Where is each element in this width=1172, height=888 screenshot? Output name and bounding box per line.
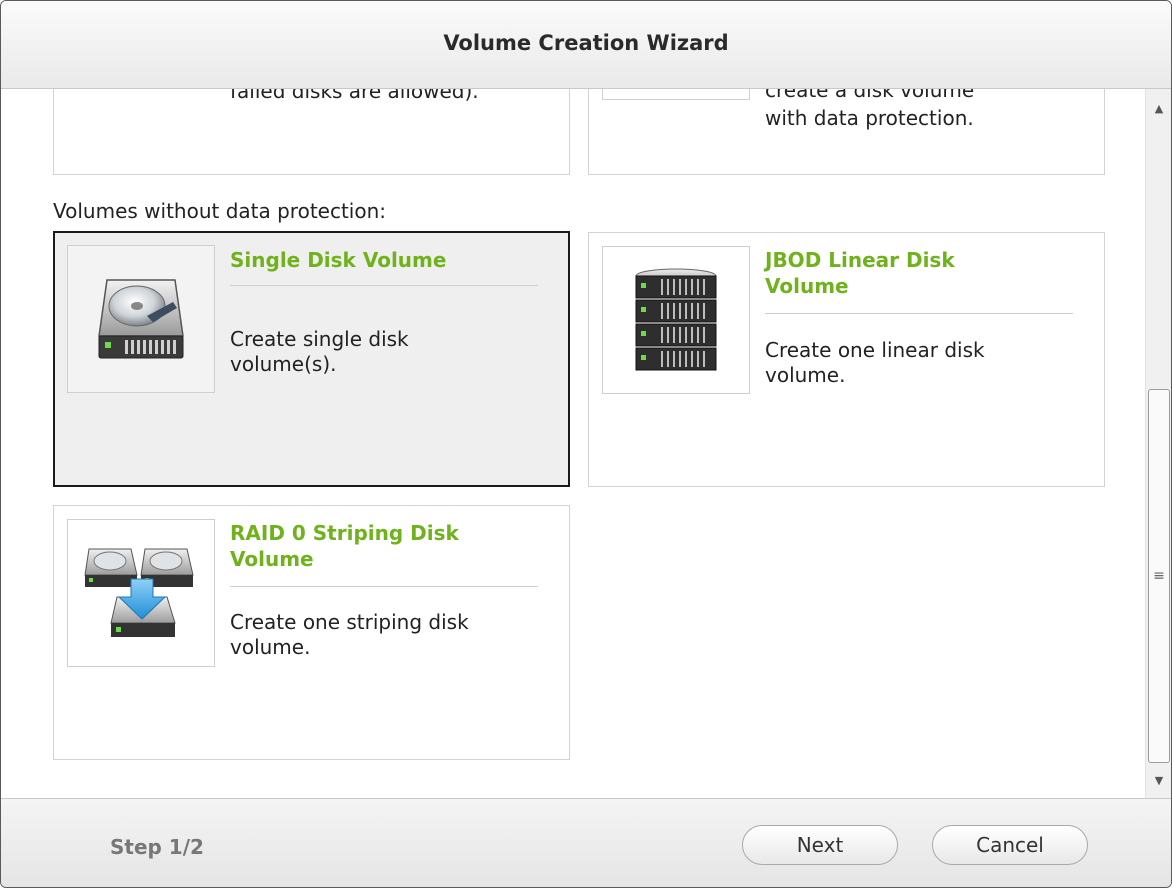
option-separator xyxy=(765,313,1073,314)
title-bar[interactable]: Volume Creation Wizard xyxy=(1,1,1171,89)
option-separator xyxy=(230,586,538,587)
option-card-partial-left[interactable]: failed disks are allowed). xyxy=(53,89,570,175)
jbod-iconbox xyxy=(602,246,750,394)
grip-icon: ≡ xyxy=(1153,568,1165,584)
option-description: Create one striping disk volume. xyxy=(230,610,469,659)
partial-left-description: failed disks are allowed). xyxy=(230,89,479,103)
vertical-scrollbar[interactable]: ▲ ≡ ▼ xyxy=(1145,89,1171,798)
next-button[interactable]: Next xyxy=(742,825,898,865)
scroll-thumb[interactable]: ≡ xyxy=(1148,389,1170,763)
wizard-content: failed disks are allowed). create a disk… xyxy=(1,89,1145,798)
option-title: Single Disk Volume xyxy=(230,248,447,272)
option-card-jbod[interactable]: JBOD Linear Disk Volume Create one linea… xyxy=(588,232,1105,487)
option-separator xyxy=(230,285,538,286)
partial-right-description-line2: with data protection. xyxy=(765,106,974,130)
option-description: Create one linear disk volume. xyxy=(765,338,985,387)
option-card-raid0[interactable]: RAID 0 Striping Disk Volume Create one s… xyxy=(53,505,570,760)
option-card-partial-right[interactable]: create a disk volume with data protectio… xyxy=(588,89,1105,175)
option-description: Create single disk volume(s). xyxy=(230,327,409,376)
jbod-stack-icon xyxy=(635,268,717,371)
section-label: Volumes without data protection: xyxy=(53,199,387,223)
scroll-up-arrow-icon[interactable]: ▲ xyxy=(1146,95,1171,121)
partial-right-description-line1: create a disk volume xyxy=(765,89,975,102)
raid0-striping-icon xyxy=(84,548,194,637)
single-disk-icon xyxy=(98,279,184,359)
partial-right-iconbox xyxy=(602,89,750,100)
single-disk-iconbox xyxy=(67,245,215,393)
scroll-down-arrow-icon[interactable]: ▼ xyxy=(1146,767,1171,793)
option-title: JBOD Linear Disk Volume xyxy=(765,248,955,298)
cancel-button[interactable]: Cancel xyxy=(932,825,1088,865)
step-indicator: Step 1/2 xyxy=(110,835,204,859)
wizard-window: Volume Creation Wizard failed disks are … xyxy=(0,0,1172,888)
raid0-iconbox xyxy=(67,519,215,667)
option-title: RAID 0 Striping Disk Volume xyxy=(230,521,459,571)
option-card-single-disk[interactable]: Single Disk Volume Create single disk vo… xyxy=(53,231,570,487)
window-title: Volume Creation Wizard xyxy=(443,30,729,55)
wizard-footer: Step 1/2 Next Cancel xyxy=(1,798,1171,887)
